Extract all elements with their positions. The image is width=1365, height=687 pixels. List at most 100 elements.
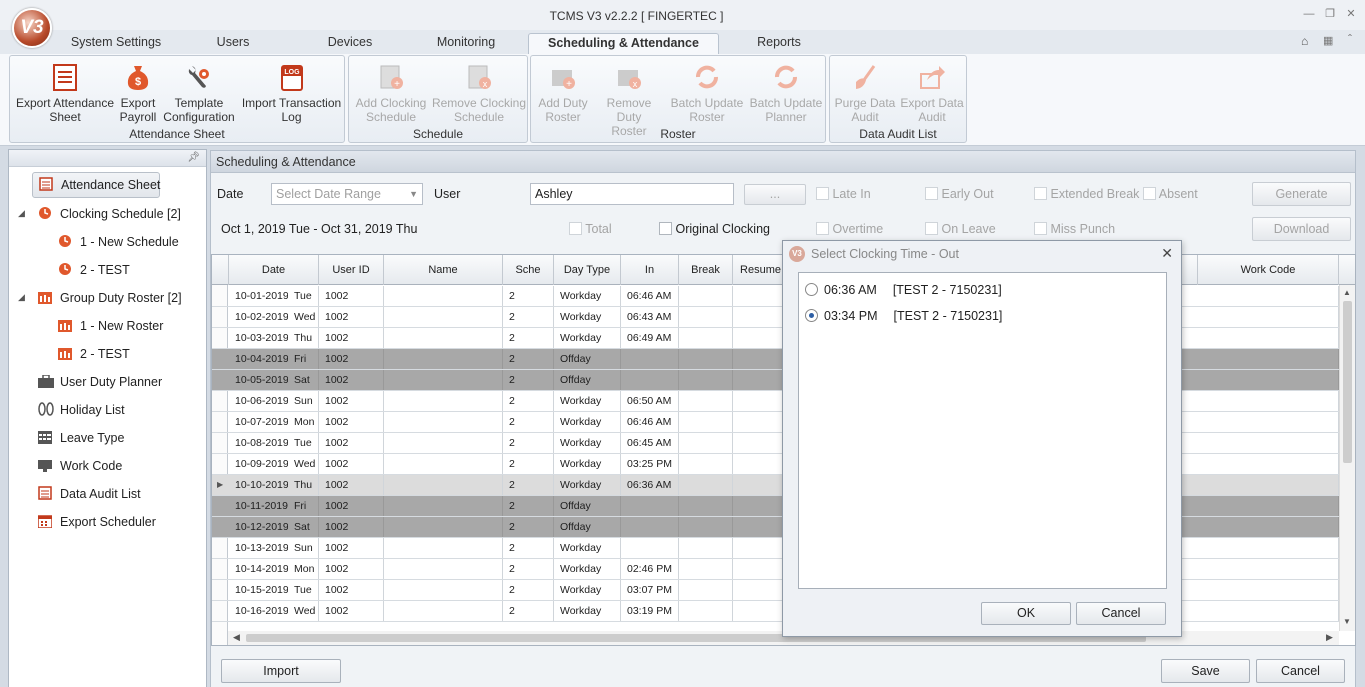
grid-cell-daytype[interactable]: Offday: [554, 370, 621, 390]
grid-cell-workcode[interactable]: [1197, 454, 1339, 474]
grid-cell-sche[interactable]: 2: [503, 517, 554, 537]
scroll-right-icon[interactable]: ▶: [1326, 632, 1333, 643]
grid-cell-in[interactable]: 06:43 AM: [621, 307, 679, 327]
grid-cell-day[interactable]: Tue: [288, 433, 319, 453]
sidebar-item-export-scheduler[interactable]: Export Scheduler: [37, 508, 156, 536]
grid-cell-resume[interactable]: [733, 370, 789, 390]
grid-cell-sche[interactable]: 2: [503, 454, 554, 474]
grid-cell-daytype[interactable]: Workday: [554, 454, 621, 474]
tab-devices[interactable]: Devices: [310, 33, 390, 54]
vertical-scrollbar[interactable]: ▲ ▼: [1339, 285, 1355, 631]
browse-user-button[interactable]: ...: [744, 184, 806, 205]
grid-cell-workcode[interactable]: [1197, 286, 1339, 306]
grid-cell-break[interactable]: [679, 349, 733, 369]
grid-cell-name[interactable]: [384, 601, 503, 621]
grid-cell-daytype[interactable]: Workday: [554, 286, 621, 306]
grid-cell-break[interactable]: [679, 286, 733, 306]
total-checkbox[interactable]: Total: [569, 222, 612, 236]
grid-cell-date[interactable]: 10-04-2019: [229, 349, 288, 369]
grid-cell-resume[interactable]: [733, 391, 789, 411]
grid-cell-sche[interactable]: 2: [503, 538, 554, 558]
grid-cell-name[interactable]: [384, 496, 503, 516]
grid-cell-break[interactable]: [679, 307, 733, 327]
grid-cell-date[interactable]: 10-08-2019: [229, 433, 288, 453]
sidebar-item-new-schedule[interactable]: 1 - New Schedule: [58, 228, 179, 256]
grid-cell-name[interactable]: [384, 517, 503, 537]
absent-checkbox[interactable]: Absent: [1143, 187, 1198, 201]
grid-cell-uid[interactable]: 1002: [319, 496, 384, 516]
purge-data-audit-button[interactable]: Purge Data Audit: [832, 60, 898, 126]
export-data-audit-button[interactable]: Export Data Audit: [898, 60, 966, 126]
grid-cell-break[interactable]: [679, 370, 733, 390]
grid-cell-in[interactable]: 03:07 PM: [621, 580, 679, 600]
scroll-down-icon[interactable]: ▼: [1343, 617, 1351, 626]
grid-cell-break[interactable]: [679, 454, 733, 474]
grid-cell-workcode[interactable]: [1197, 412, 1339, 432]
minimize-icon[interactable]: —: [1301, 6, 1317, 22]
sidebar-item-attendance-sheet[interactable]: Attendance Sheet: [32, 172, 160, 198]
grid-cell-sche[interactable]: 2: [503, 475, 554, 495]
grid-cell-uid[interactable]: 1002: [319, 580, 384, 600]
column-header-sche[interactable]: Sche: [503, 255, 554, 285]
batch-update-planner-button[interactable]: Batch Update Planner: [747, 60, 825, 126]
column-header-date[interactable]: Date: [229, 255, 319, 285]
restore-icon[interactable]: ❐: [1322, 6, 1338, 22]
home-icon[interactable]: ⌂: [1301, 34, 1308, 48]
sidebar-item-data-audit-list[interactable]: Data Audit List: [38, 480, 141, 508]
grid-cell-resume[interactable]: [733, 538, 789, 558]
sidebar-item-holiday-list[interactable]: Holiday List: [38, 396, 125, 424]
grid-cell-in[interactable]: [621, 517, 679, 537]
grid-cell-date[interactable]: 10-01-2019: [229, 286, 288, 306]
export-payroll-button[interactable]: $ Export Payroll: [114, 60, 162, 126]
grid-cell-workcode[interactable]: [1197, 559, 1339, 579]
grid-cell-in[interactable]: 06:50 AM: [621, 391, 679, 411]
user-input[interactable]: Ashley: [530, 183, 734, 205]
grid-cell-workcode[interactable]: [1197, 391, 1339, 411]
grid-cell-date[interactable]: 10-02-2019: [229, 307, 288, 327]
pin-icon[interactable]: 📌︎: [187, 152, 200, 163]
grid-cell-resume[interactable]: [733, 601, 789, 621]
late-in-checkbox[interactable]: Late In: [816, 187, 871, 201]
close-icon[interactable]: ✕: [1343, 6, 1359, 22]
grid-cell-resume[interactable]: [733, 286, 789, 306]
grid-cell-daytype[interactable]: Workday: [554, 538, 621, 558]
cancel-button[interactable]: Cancel: [1256, 659, 1345, 683]
date-range-select[interactable]: Select Date Range ▼: [271, 183, 423, 205]
grid-cell-break[interactable]: [679, 475, 733, 495]
sidebar-item-leave-type[interactable]: Leave Type: [38, 424, 124, 452]
column-header-name[interactable]: Name: [384, 255, 503, 285]
grid-cell-date[interactable]: 10-06-2019: [229, 391, 288, 411]
sidebar-item-work-code[interactable]: Work Code: [38, 452, 122, 480]
tab-monitoring[interactable]: Monitoring: [420, 33, 512, 54]
grid-cell-day[interactable]: Thu: [288, 475, 319, 495]
grid-cell-name[interactable]: [384, 307, 503, 327]
clocking-option[interactable]: 03:34 PM [TEST 2 - 7150231]: [805, 307, 1002, 325]
tab-system-settings[interactable]: System Settings: [60, 33, 172, 54]
grid-cell-sche[interactable]: 2: [503, 370, 554, 390]
grid-cell-break[interactable]: [679, 580, 733, 600]
grid-cell-workcode[interactable]: [1197, 517, 1339, 537]
remove-clocking-schedule-button[interactable]: x Remove Clocking Schedule: [431, 60, 527, 126]
column-header-in[interactable]: In: [621, 255, 679, 285]
grid-cell-daytype[interactable]: Workday: [554, 328, 621, 348]
grid-cell-sche[interactable]: 2: [503, 307, 554, 327]
column-header-user-id[interactable]: User ID: [319, 255, 384, 285]
grid-cell-in[interactable]: [621, 538, 679, 558]
clocking-option[interactable]: 06:36 AM [TEST 2 - 7150231]: [805, 281, 1002, 299]
grid-cell-in[interactable]: 06:49 AM: [621, 328, 679, 348]
on-leave-checkbox[interactable]: On Leave: [925, 222, 996, 236]
column-header-break[interactable]: Break: [679, 255, 733, 285]
grid-cell-day[interactable]: Mon: [288, 412, 319, 432]
collapse-caret-icon[interactable]: ◢: [18, 292, 25, 303]
dialog-cancel-button[interactable]: Cancel: [1076, 602, 1166, 625]
sidebar-item-new-roster[interactable]: 1 - New Roster: [58, 312, 163, 340]
grid-cell-name[interactable]: [384, 454, 503, 474]
grid-cell-break[interactable]: [679, 433, 733, 453]
grid-cell-break[interactable]: [679, 412, 733, 432]
grid-cell-break[interactable]: [679, 559, 733, 579]
grid-cell-day[interactable]: Tue: [288, 286, 319, 306]
grid-cell-uid[interactable]: 1002: [319, 517, 384, 537]
add-duty-roster-button[interactable]: + Add Duty Roster: [533, 60, 593, 126]
grid-cell-name[interactable]: [384, 412, 503, 432]
grid-cell-day[interactable]: Wed: [288, 601, 319, 621]
